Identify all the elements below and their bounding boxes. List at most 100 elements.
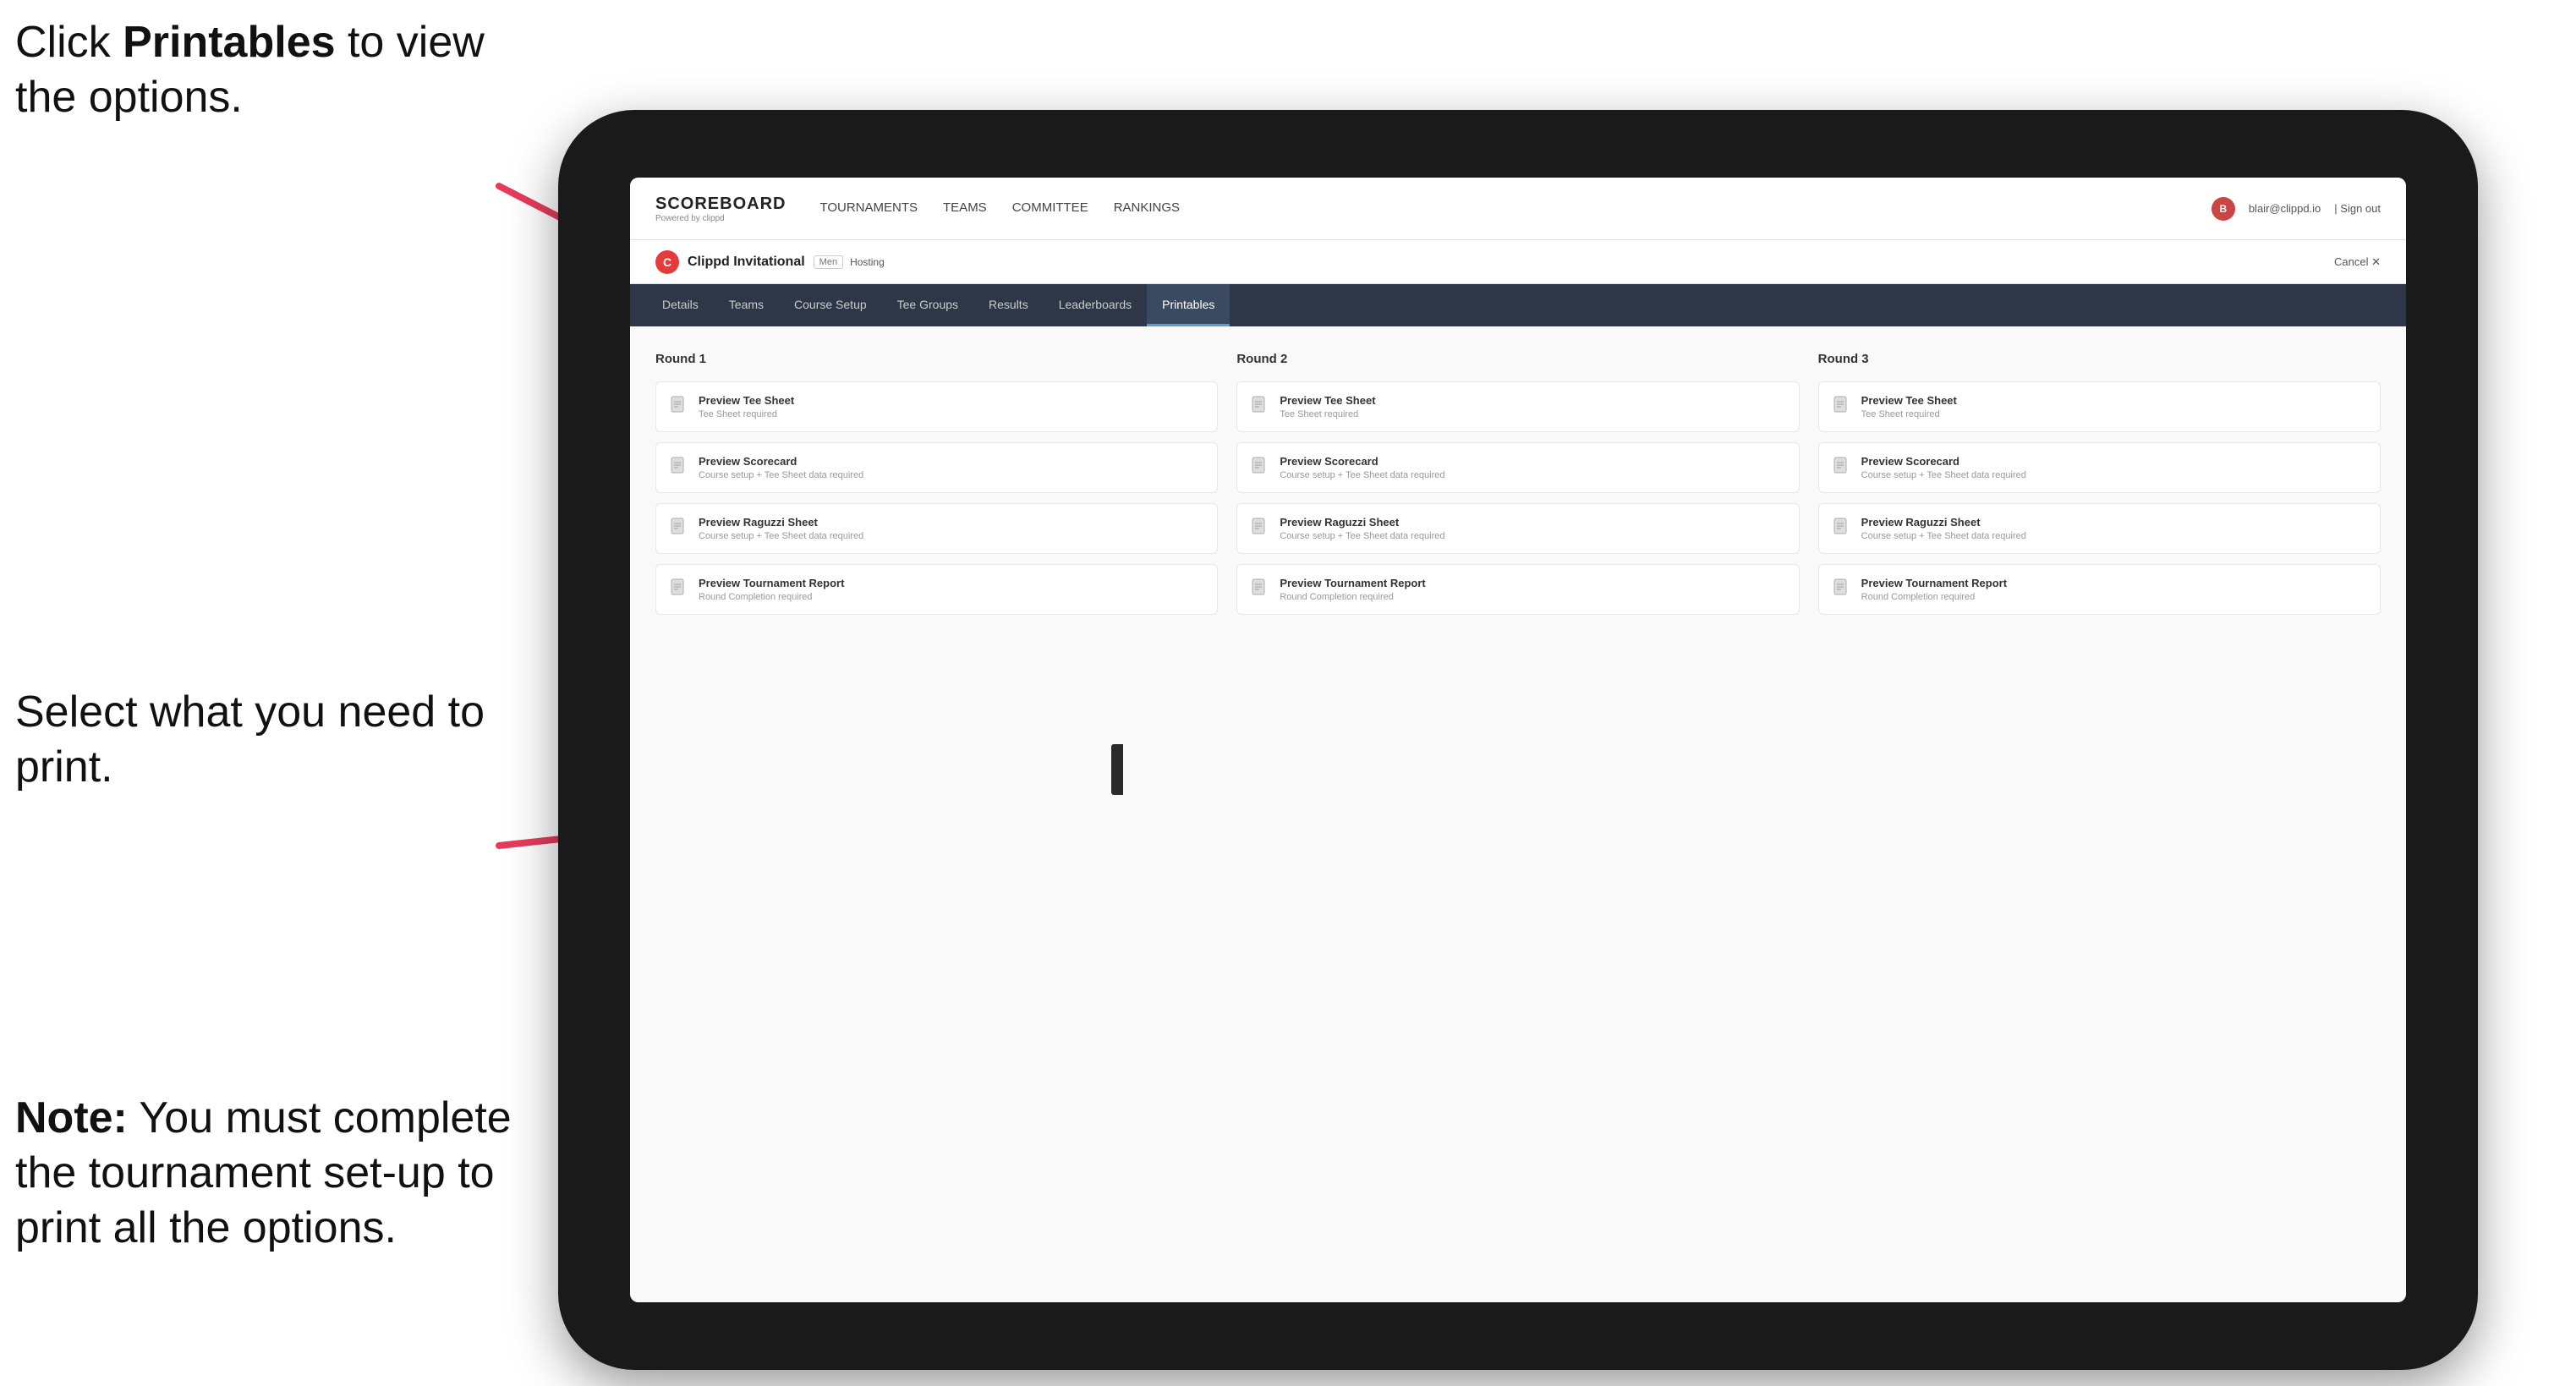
tab-teams[interactable]: Teams xyxy=(714,284,779,326)
main-content: Round 1 Preview Tee Sheet Tee Sheet requi… xyxy=(630,326,2406,1302)
print-card-sub: Course setup + Tee Sheet data required xyxy=(699,470,863,480)
print-card-text: Preview Tournament Report Round Completio… xyxy=(699,577,844,602)
print-card-r2-c2[interactable]: Preview Scorecard Course setup + Tee Shee… xyxy=(1236,442,1799,493)
user-email: blair@clippd.io xyxy=(2249,202,2321,215)
tab-bar: Details Teams Course Setup Tee Groups Re… xyxy=(630,284,2406,326)
print-card-sub: Round Completion required xyxy=(699,592,844,602)
document-icon xyxy=(670,396,688,418)
document-icon xyxy=(670,457,688,479)
tab-course-setup[interactable]: Course Setup xyxy=(779,284,882,326)
document-icon xyxy=(1833,396,1851,418)
print-card-r1-c1[interactable]: Preview Tee Sheet Tee Sheet required xyxy=(655,381,1218,432)
print-card-text: Preview Raguzzi Sheet Course setup + Tee … xyxy=(1280,516,1444,541)
cancel-button[interactable]: Cancel ✕ xyxy=(2334,255,2381,269)
tournament-bar: C Clippd Invitational Men Hosting Cancel… xyxy=(630,240,2406,284)
print-card-title: Preview Tournament Report xyxy=(1280,577,1425,589)
print-card-r2-c1[interactable]: Preview Tee Sheet Tee Sheet required xyxy=(1236,381,1799,432)
print-card-title: Preview Scorecard xyxy=(1280,455,1444,468)
document-icon xyxy=(1251,578,1269,600)
nav-link-tournaments[interactable]: TOURNAMENTS xyxy=(819,197,918,220)
document-icon xyxy=(1251,518,1269,540)
print-card-title: Preview Scorecard xyxy=(699,455,863,468)
top-nav: SCOREBOARD Powered by clippd TOURNAMENTS… xyxy=(630,178,2406,240)
tournament-status: Hosting xyxy=(850,256,885,268)
print-card-r2-c3[interactable]: Preview Raguzzi Sheet Course setup + Tee … xyxy=(1236,503,1799,554)
print-card-title: Preview Tournament Report xyxy=(699,577,844,589)
print-card-title: Preview Tee Sheet xyxy=(1280,394,1375,407)
print-card-r1-c3[interactable]: Preview Raguzzi Sheet Course setup + Tee … xyxy=(655,503,1218,554)
annotation-mid: Select what you need to print. xyxy=(15,685,489,795)
annotation-mid-text: Select what you need to print. xyxy=(15,688,485,792)
document-icon xyxy=(1833,518,1851,540)
annotation-top-text1: Click xyxy=(15,18,123,67)
print-card-text: Preview Raguzzi Sheet Course setup + Tee … xyxy=(699,516,863,541)
document-icon xyxy=(670,518,688,540)
tournament-logo: C xyxy=(655,250,679,274)
print-card-title: Preview Tournament Report xyxy=(1861,577,2007,589)
print-card-title: Preview Scorecard xyxy=(1861,455,2026,468)
round-1-title: Round 1 xyxy=(655,352,1218,366)
print-card-sub: Tee Sheet required xyxy=(1280,409,1375,419)
round-2-title: Round 2 xyxy=(1236,352,1799,366)
tournament-name: Clippd Invitational xyxy=(688,255,805,270)
tournament-badge: Men xyxy=(814,255,843,269)
print-card-sub: Course setup + Tee Sheet data required xyxy=(1861,470,2026,480)
tablet-screen: SCOREBOARD Powered by clippd TOURNAMENTS… xyxy=(630,178,2406,1302)
print-card-sub: Course setup + Tee Sheet data required xyxy=(1280,470,1444,480)
print-card-sub: Course setup + Tee Sheet data required xyxy=(1280,531,1444,541)
logo-subtitle: Powered by clippd xyxy=(655,214,786,223)
tab-leaderboards[interactable]: Leaderboards xyxy=(1044,284,1147,326)
print-card-sub: Round Completion required xyxy=(1280,592,1425,602)
print-card-text: Preview Tee SheetTee Sheet required xyxy=(1861,394,1957,419)
tablet-frame: SCOREBOARD Powered by clippd TOURNAMENTS… xyxy=(558,110,2478,1370)
print-card-r3-c3[interactable]: Preview Raguzzi Sheet Course setup + Tee … xyxy=(1818,503,2381,554)
print-card-r1-c4[interactable]: Preview Tournament Report Round Completio… xyxy=(655,564,1218,615)
top-nav-right: B blair@clippd.io | Sign out xyxy=(2212,197,2381,221)
annotation-bottom: Note: You must complete the tournament s… xyxy=(15,1091,523,1256)
tab-printables[interactable]: Printables xyxy=(1147,284,1230,326)
tab-details[interactable]: Details xyxy=(647,284,714,326)
print-card-sub: Course setup + Tee Sheet data required xyxy=(1861,531,2026,541)
top-nav-links: TOURNAMENTS TEAMS COMMITTEE RANKINGS xyxy=(819,197,2211,220)
document-icon xyxy=(1833,578,1851,600)
round-column-2: Round 2 Preview Tee Sheet Tee Sheet requi… xyxy=(1236,352,1799,615)
annotation-bottom-bold: Note: xyxy=(15,1093,128,1142)
print-card-r1-c2[interactable]: Preview Scorecard Course setup + Tee Shee… xyxy=(655,442,1218,493)
sign-out-link[interactable]: | Sign out xyxy=(2334,202,2381,215)
print-card-sub: Course setup + Tee Sheet data required xyxy=(699,531,863,541)
print-card-title: Preview Raguzzi Sheet xyxy=(1280,516,1444,529)
print-card-text: Preview Tee Sheet Tee Sheet required xyxy=(699,394,794,419)
print-card-r3-c4[interactable]: Preview Tournament Report Round Completio… xyxy=(1818,564,2381,615)
document-icon xyxy=(1251,457,1269,479)
round-column-3: Round 3 Preview Tee SheetTee Sheet requi… xyxy=(1818,352,2381,615)
document-icon xyxy=(670,578,688,600)
print-card-text: Preview Tournament Report Round Completio… xyxy=(1861,577,2007,602)
nav-link-teams[interactable]: TEAMS xyxy=(943,197,987,220)
annotation-top: Click Printables to view the options. xyxy=(15,15,489,125)
print-card-title: Preview Raguzzi Sheet xyxy=(699,516,863,529)
tab-tee-groups[interactable]: Tee Groups xyxy=(882,284,973,326)
scoreboard-logo: SCOREBOARD Powered by clippd xyxy=(655,194,786,223)
annotation-top-bold: Printables xyxy=(123,18,335,67)
print-card-text: Preview Raguzzi Sheet Course setup + Tee … xyxy=(1861,516,2026,541)
print-card-title: Preview Tee Sheet xyxy=(1861,394,1957,407)
print-card-title: Preview Tee Sheet xyxy=(699,394,794,407)
print-card-text: Preview Tournament Report Round Completio… xyxy=(1280,577,1425,602)
document-icon xyxy=(1833,457,1851,479)
user-avatar: B xyxy=(2212,197,2235,221)
print-card-r3-c1[interactable]: Preview Tee SheetTee Sheet required xyxy=(1818,381,2381,432)
tab-results[interactable]: Results xyxy=(973,284,1044,326)
nav-link-rankings[interactable]: RANKINGS xyxy=(1114,197,1180,220)
print-card-sub: Tee Sheet required xyxy=(699,409,794,419)
tablet-side-button xyxy=(1111,744,1123,795)
logo-title: SCOREBOARD xyxy=(655,194,786,214)
nav-link-committee[interactable]: COMMITTEE xyxy=(1012,197,1088,220)
print-card-r2-c4[interactable]: Preview Tournament Report Round Completio… xyxy=(1236,564,1799,615)
print-card-text: Preview Scorecard Course setup + Tee Shee… xyxy=(1280,455,1444,480)
print-card-text: Preview Scorecard Course setup + Tee Shee… xyxy=(699,455,863,480)
round-3-title: Round 3 xyxy=(1818,352,2381,366)
print-card-sub: Round Completion required xyxy=(1861,592,2007,602)
print-card-r3-c2[interactable]: Preview Scorecard Course setup + Tee Shee… xyxy=(1818,442,2381,493)
print-card-title: Preview Raguzzi Sheet xyxy=(1861,516,2026,529)
round-column-1: Round 1 Preview Tee Sheet Tee Sheet requi… xyxy=(655,352,1218,615)
